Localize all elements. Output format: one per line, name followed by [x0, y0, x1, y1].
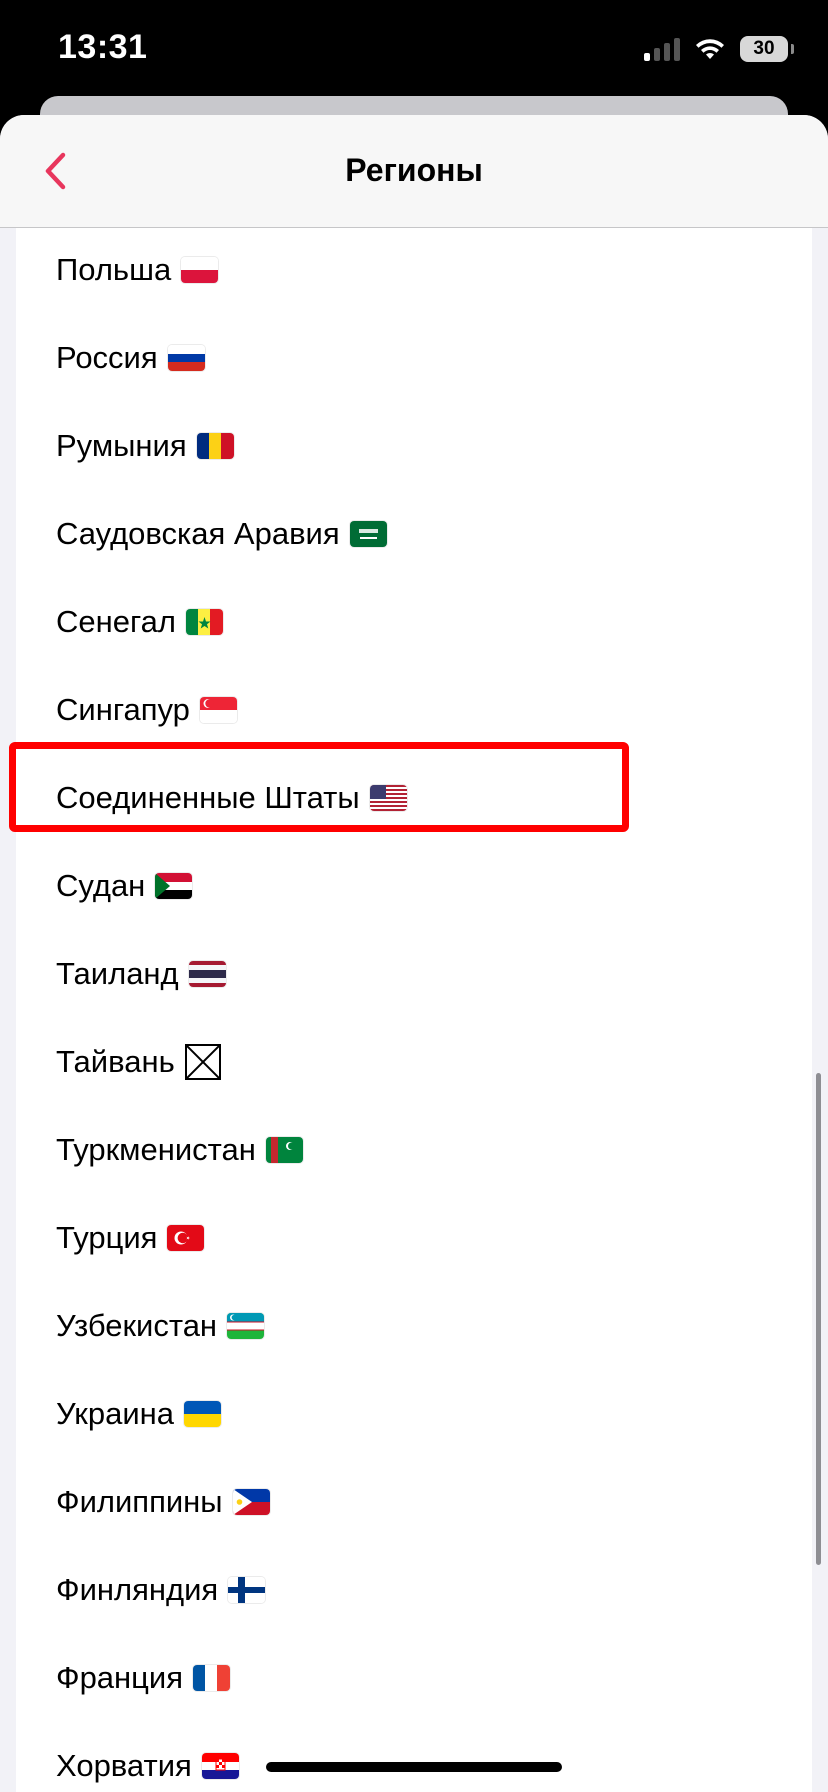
region-name: Франция — [56, 1660, 184, 1695]
region-name: Турция — [56, 1220, 158, 1255]
region-row[interactable]: Турция — [56, 1208, 205, 1268]
ukraine-flag-icon — [184, 1401, 222, 1427]
region-name: Тайвань — [56, 1044, 175, 1079]
uzbekistan-flag-icon — [227, 1313, 265, 1339]
region-row[interactable]: Сенегал — [56, 592, 223, 652]
senegal-flag-icon — [185, 609, 223, 635]
turkey-flag-icon — [167, 1225, 205, 1251]
region-name: Сингапур — [56, 692, 190, 727]
region-name: Узбекистан — [56, 1308, 218, 1343]
region-row[interactable]: Хорватия — [56, 1736, 239, 1792]
sudan-flag-icon — [155, 873, 193, 899]
philippines-flag-icon — [232, 1489, 270, 1515]
thailand-flag-icon — [188, 961, 226, 987]
region-row[interactable]: Финляндия — [56, 1560, 266, 1620]
status-bar: 13:31 30 — [0, 0, 828, 100]
region-name: Саудовская Аравия — [56, 516, 340, 551]
croatia-flag-icon — [201, 1753, 239, 1779]
region-name: Таиланд — [56, 956, 179, 991]
region-row[interactable]: Саудовская Аравия — [56, 504, 387, 564]
region-row[interactable]: Румыния — [56, 416, 234, 476]
region-name: Украина — [56, 1396, 175, 1431]
france-flag-icon — [193, 1665, 231, 1691]
region-row[interactable]: Таиланд — [56, 944, 226, 1004]
region-name: Хорватия — [56, 1748, 192, 1783]
turkmenistan-flag-icon — [265, 1137, 303, 1163]
region-name: Польша — [56, 252, 172, 287]
region-row[interactable]: Соединенные Штаты — [56, 768, 407, 828]
region-name: Судан — [56, 868, 146, 903]
region-row[interactable]: Сингапур — [56, 680, 237, 740]
region-row[interactable]: Филиппины — [56, 1472, 270, 1532]
battery-icon: 30 — [740, 36, 794, 62]
united-states-flag-icon — [369, 785, 407, 811]
romania-flag-icon — [196, 433, 234, 459]
region-row[interactable]: Узбекистан — [56, 1296, 265, 1356]
region-name: Филиппины — [56, 1484, 223, 1519]
finland-flag-icon — [228, 1577, 266, 1603]
battery-level: 30 — [753, 38, 775, 59]
cellular-signal-icon — [644, 37, 680, 61]
region-name: Туркменистан — [56, 1132, 256, 1167]
poland-flag-icon — [181, 257, 219, 283]
page-title: Регионы — [345, 152, 483, 188]
region-row[interactable]: Украина — [56, 1384, 222, 1444]
region-row[interactable]: Судан — [56, 856, 193, 916]
region-row[interactable]: Туркменистан — [56, 1120, 303, 1180]
region-row[interactable]: Польша — [56, 240, 219, 300]
scrollbar[interactable] — [816, 1073, 821, 1565]
region-name: Румыния — [56, 428, 187, 463]
region-row[interactable]: Франция — [56, 1648, 231, 1708]
russia-flag-icon — [167, 345, 205, 371]
region-name: Сенегал — [56, 604, 176, 639]
region-list: Польша Россия Румыния Саудовская Аравия Сене… — [16, 228, 812, 1792]
home-indicator — [266, 1762, 562, 1772]
region-row[interactable]: Тайвань — [56, 1032, 221, 1092]
singapore-flag-icon — [199, 697, 237, 723]
status-time: 13:31 — [58, 28, 148, 66]
region-name: Россия — [56, 340, 158, 375]
wifi-icon — [696, 39, 724, 59]
navigation-bar: Регионы — [0, 115, 828, 228]
region-name: Финляндия — [56, 1572, 219, 1607]
region-row[interactable]: Россия — [56, 328, 205, 388]
missing-glyph-icon — [184, 1044, 221, 1080]
status-indicators: 30 — [644, 34, 794, 64]
saudi-arabia-flag-icon — [349, 521, 387, 547]
region-name: Соединенные Штаты — [56, 780, 360, 815]
regions-sheet: Регионы Польша Россия Румыния Саудовская Ар… — [0, 115, 828, 1792]
